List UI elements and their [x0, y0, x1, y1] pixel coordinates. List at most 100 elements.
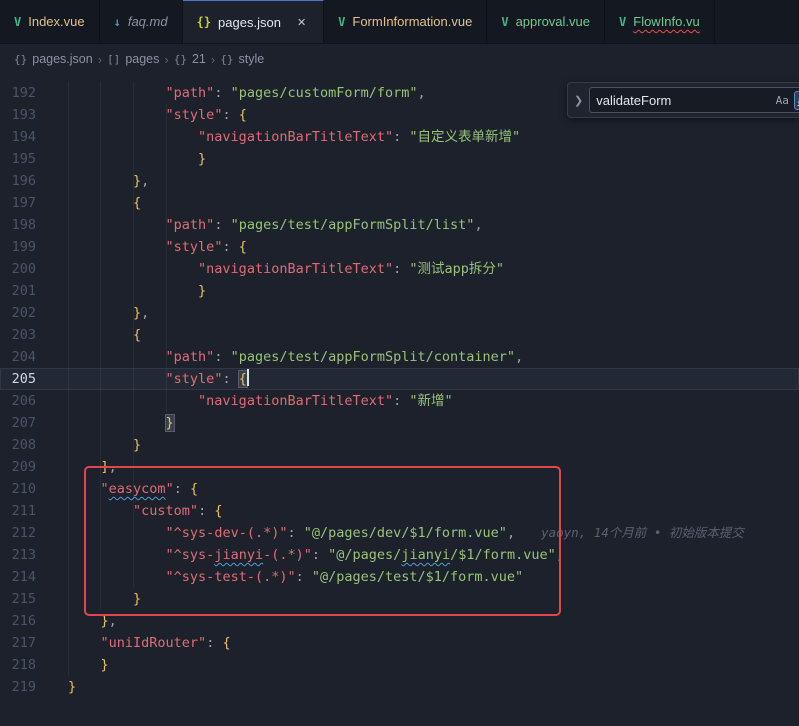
chevron-right-icon[interactable]: ❯: [574, 94, 583, 107]
code-token: {: [239, 107, 247, 123]
code-text: "path": "pages/test/appFormSplit/list",: [68, 214, 483, 236]
code-token: yaoyn, 14个月前 • 初始版本提交: [541, 525, 744, 540]
code-line-212[interactable]: 212 "^sys-dev-(.*)": "@/pages/dev/$1/for…: [0, 522, 799, 544]
code-token: :: [214, 349, 230, 365]
code-token: :: [222, 239, 238, 255]
find-input[interactable]: [596, 93, 772, 108]
code-line-196[interactable]: 196 },: [0, 170, 799, 192]
whole-word-toggle[interactable]: ab: [794, 91, 799, 110]
code-token: :: [393, 129, 409, 145]
code-token: ]: [101, 459, 109, 475]
tab-index-vue[interactable]: VIndex.vue: [0, 0, 100, 43]
code-line-199[interactable]: 199 "style": {: [0, 236, 799, 258]
code-token: [68, 217, 166, 233]
find-widget: ❯ Aaab.*: [567, 82, 799, 118]
code-line-218[interactable]: 218 }: [0, 654, 799, 676]
code-token: "pages/test/appFormSplit/container": [231, 349, 515, 365]
code-line-208[interactable]: 208 }: [0, 434, 799, 456]
editor: 192 "path": "pages/customForm/form",193 …: [0, 74, 799, 698]
code-line-211[interactable]: 211 "custom": {: [0, 500, 799, 522]
code-line-210[interactable]: 210 "easycom": {: [0, 478, 799, 500]
line-number: 193: [0, 104, 36, 126]
line-number: 211: [0, 500, 36, 522]
code-line-215[interactable]: 215 }: [0, 588, 799, 610]
code-line-195[interactable]: 195 }: [0, 148, 799, 170]
code-lines: 192 "path": "pages/customForm/form",193 …: [0, 82, 799, 698]
code-token: }: [198, 283, 206, 299]
code-line-214[interactable]: 214 "^sys-test-(.*)": "@/pages/test/$1/f…: [0, 566, 799, 588]
line-number: 219: [0, 676, 36, 698]
code-token: "@/pages/test/$1/form.vue": [312, 569, 523, 585]
code-line-201[interactable]: 201 }: [0, 280, 799, 302]
close-icon[interactable]: ✕: [294, 15, 309, 30]
code-line-216[interactable]: 216 },: [0, 610, 799, 632]
code-line-204[interactable]: 204 "path": "pages/test/appFormSplit/con…: [0, 346, 799, 368]
code-token: [68, 503, 133, 519]
code-text: }: [68, 280, 206, 302]
code-token: :: [312, 547, 328, 563]
code-token: }: [133, 591, 141, 607]
code-line-207[interactable]: 207 }: [0, 412, 799, 434]
code-token: {: [222, 635, 230, 651]
line-number: 206: [0, 390, 36, 412]
code-token: [68, 239, 166, 255]
code-line-206[interactable]: 206 "navigationBarTitleText": "新增": [0, 390, 799, 412]
code-token: "style": [166, 107, 223, 123]
code-token: [68, 547, 166, 563]
line-number: 195: [0, 148, 36, 170]
code-line-194[interactable]: 194 "navigationBarTitleText": "自定义表单新增": [0, 126, 799, 148]
code-text: }: [68, 654, 109, 676]
code-token: "^sys-dev-(.*)": [166, 525, 288, 541]
code-text: },: [68, 302, 149, 324]
line-number: 203: [0, 324, 36, 346]
code-text: {: [68, 192, 141, 214]
tab-flowinfo-vu[interactable]: VFlowInfo.vu: [605, 0, 715, 43]
code-line-198[interactable]: 198 "path": "pages/test/appFormSplit/lis…: [0, 214, 799, 236]
code-text: "style": {: [68, 236, 247, 258]
code-line-197[interactable]: 197 {: [0, 192, 799, 214]
brackets-icon: []: [107, 53, 120, 66]
tab-faq-md[interactable]: ↓faq.md: [100, 0, 183, 43]
json-icon: {}: [197, 15, 211, 29]
code-token: :: [296, 569, 312, 585]
code-token: [68, 525, 166, 541]
code-text: "navigationBarTitleText": "自定义表单新增": [68, 126, 520, 148]
code-token: /$1/form.vue": [450, 547, 556, 563]
code-token: [68, 261, 198, 277]
tab-pages-json[interactable]: {} pages.json ✕: [183, 0, 325, 43]
breadcrumb-item-style[interactable]: {}style: [220, 52, 264, 66]
code-token: "path": [166, 85, 215, 101]
code-line-200[interactable]: 200 "navigationBarTitleText": "测试app拆分": [0, 258, 799, 280]
find-input-box[interactable]: Aaab.*: [589, 87, 799, 113]
tab-label: pages.json: [218, 15, 281, 30]
code-token: [68, 481, 101, 497]
code-line-205[interactable]: 205 "style": {: [0, 368, 799, 390]
breadcrumb-item-pages-json[interactable]: {}pages.json: [14, 52, 93, 66]
code-token: :: [206, 635, 222, 651]
vue-icon: V: [619, 15, 626, 29]
breadcrumb-item-pages[interactable]: []pages: [107, 52, 159, 66]
code-token: }: [101, 657, 109, 673]
match-case-toggle[interactable]: Aa: [772, 91, 792, 110]
code-token: "测试app拆分": [409, 261, 504, 277]
code-line-209[interactable]: 209 ],: [0, 456, 799, 478]
code-line-203[interactable]: 203 {: [0, 324, 799, 346]
line-number: 205: [0, 368, 36, 390]
code-line-217[interactable]: 217 "uniIdRouter": {: [0, 632, 799, 654]
code-token: :: [214, 217, 230, 233]
code-line-213[interactable]: 213 "^sys-jianyi-(.*)": "@/pages/jianyi/…: [0, 544, 799, 566]
tab-forminformation-vue[interactable]: VFormInformation.vue: [324, 0, 487, 43]
code-text: "navigationBarTitleText": "测试app拆分": [68, 258, 504, 280]
code-text: "style": {: [68, 104, 247, 126]
code-text: }: [68, 434, 141, 456]
code-text: }: [68, 676, 76, 698]
code-line-219[interactable]: 219}: [0, 676, 799, 698]
code-token: "navigationBarTitleText": [198, 129, 393, 145]
code-token: "新增": [409, 393, 452, 409]
breadcrumb-item-21[interactable]: {}21: [174, 52, 206, 66]
code-token: ,: [141, 173, 149, 189]
tab-approval-vue[interactable]: Vapproval.vue: [487, 0, 605, 43]
line-number: 200: [0, 258, 36, 280]
code-text: "path": "pages/test/appFormSplit/contain…: [68, 346, 523, 368]
code-line-202[interactable]: 202 },: [0, 302, 799, 324]
